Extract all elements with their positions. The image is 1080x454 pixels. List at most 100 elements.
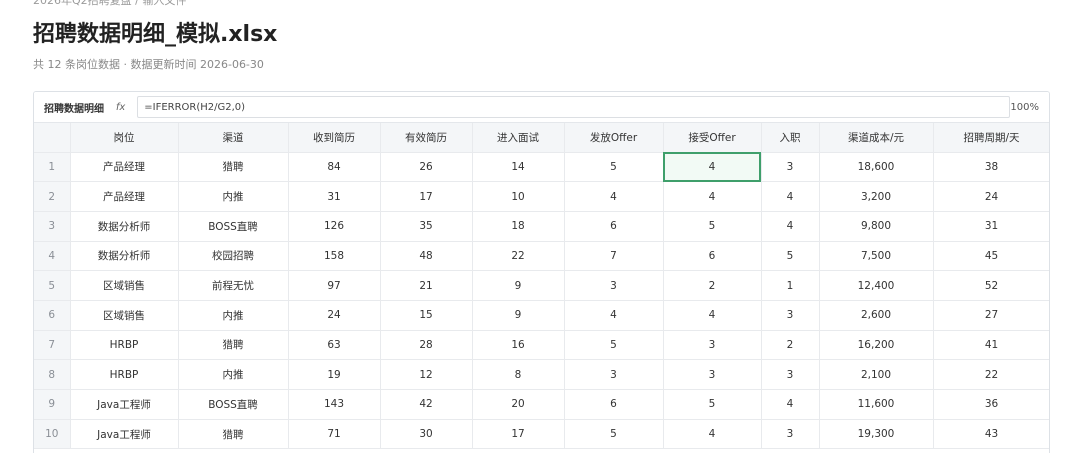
grid-cell[interactable]: 36 bbox=[933, 389, 1049, 420]
grid-cell[interactable]: 3 bbox=[564, 270, 664, 301]
breadcrumb[interactable]: 2026年Q2招聘复盘 / 输入文件 bbox=[33, 0, 186, 8]
grid-cell[interactable]: 9 bbox=[472, 270, 565, 301]
grid-cell[interactable]: 4 bbox=[761, 211, 820, 242]
column-header[interactable]: 进入面试 bbox=[472, 123, 565, 153]
grid-cell[interactable]: 3 bbox=[761, 300, 820, 331]
name-box[interactable]: 招聘数据明细 bbox=[34, 100, 104, 115]
grid-cell[interactable]: 48 bbox=[380, 241, 473, 272]
grid-cell[interactable]: 区域销售 bbox=[70, 300, 179, 331]
grid-cell[interactable]: 11,600 bbox=[819, 389, 934, 420]
grid-cell[interactable]: 38 bbox=[933, 152, 1049, 183]
grid-cell[interactable]: 5 bbox=[761, 241, 820, 272]
grid-cell[interactable]: 校园招聘 bbox=[178, 241, 289, 272]
grid-cell[interactable]: 12,400 bbox=[819, 270, 934, 301]
grid-cell[interactable]: 8 bbox=[472, 359, 565, 390]
grid-cell[interactable]: 16,200 bbox=[819, 330, 934, 361]
grid-cell[interactable]: 猎聘 bbox=[178, 152, 289, 183]
grid-cell[interactable]: BOSS直聘 bbox=[178, 389, 289, 420]
grid-cell[interactable]: 143 bbox=[288, 389, 381, 420]
grid-cell[interactable]: 5 bbox=[663, 389, 762, 420]
grid-cell[interactable]: 前程无忧 bbox=[178, 270, 289, 301]
corner-cell[interactable] bbox=[34, 123, 71, 153]
grid-cell[interactable]: 3 bbox=[761, 419, 820, 450]
row-number[interactable]: 6 bbox=[34, 300, 71, 331]
grid-cell[interactable]: 猎聘 bbox=[178, 419, 289, 450]
grid-cell[interactable]: 126 bbox=[288, 211, 381, 242]
column-header[interactable]: 渠道 bbox=[178, 123, 289, 153]
grid-cell[interactable]: 2,100 bbox=[819, 359, 934, 390]
grid-cell[interactable]: 19 bbox=[288, 359, 381, 390]
grid-cell[interactable]: 30 bbox=[380, 419, 473, 450]
grid-cell[interactable]: 24 bbox=[288, 300, 381, 331]
grid-cell[interactable]: 17 bbox=[472, 419, 565, 450]
grid-cell[interactable]: 2 bbox=[761, 330, 820, 361]
grid-cell[interactable]: 24 bbox=[933, 181, 1049, 212]
grid-cell[interactable]: 31 bbox=[933, 211, 1049, 242]
active-cell[interactable]: 4 bbox=[663, 152, 762, 183]
grid-cell[interactable]: 43 bbox=[933, 419, 1049, 450]
grid-cell[interactable]: 84 bbox=[288, 152, 381, 183]
grid-cell[interactable]: 9 bbox=[472, 300, 565, 331]
grid-cell[interactable]: 5 bbox=[564, 152, 664, 183]
grid-cell[interactable]: 7,500 bbox=[819, 241, 934, 272]
grid-cell[interactable]: 猎聘 bbox=[178, 330, 289, 361]
grid-cell[interactable]: 45 bbox=[933, 241, 1049, 272]
grid-cell[interactable]: 18 bbox=[472, 211, 565, 242]
grid-cell[interactable]: 3 bbox=[663, 359, 762, 390]
grid-cell[interactable]: 4 bbox=[564, 300, 664, 331]
column-header[interactable]: 接受Offer bbox=[663, 123, 762, 153]
grid-cell[interactable]: 2 bbox=[663, 270, 762, 301]
row-number[interactable]: 7 bbox=[34, 330, 71, 361]
grid-cell[interactable]: 4 bbox=[564, 181, 664, 212]
formula-input[interactable]: =IFERROR(H2/G2,0) bbox=[137, 96, 1011, 118]
grid-cell[interactable]: 97 bbox=[288, 270, 381, 301]
grid-cell[interactable]: 10 bbox=[472, 181, 565, 212]
grid-cell[interactable]: 22 bbox=[933, 359, 1049, 390]
row-number[interactable]: 8 bbox=[34, 359, 71, 390]
grid-cell[interactable]: 158 bbox=[288, 241, 381, 272]
grid-cell[interactable]: HRBP bbox=[70, 330, 179, 361]
column-header[interactable]: 岗位 bbox=[70, 123, 179, 153]
grid-cell[interactable]: 数据分析师 bbox=[70, 211, 179, 242]
grid-cell[interactable]: 52 bbox=[933, 270, 1049, 301]
column-header[interactable]: 收到简历 bbox=[288, 123, 381, 153]
row-number[interactable]: 4 bbox=[34, 241, 71, 272]
grid-cell[interactable]: 18,600 bbox=[819, 152, 934, 183]
grid-cell[interactable]: 22 bbox=[472, 241, 565, 272]
grid-cell[interactable]: 产品经理 bbox=[70, 181, 179, 212]
grid-cell[interactable]: 7 bbox=[564, 241, 664, 272]
grid-cell[interactable]: 27 bbox=[933, 300, 1049, 331]
grid-cell[interactable]: 16 bbox=[472, 330, 565, 361]
grid-cell[interactable]: 内推 bbox=[178, 181, 289, 212]
grid-cell[interactable]: 5 bbox=[663, 211, 762, 242]
grid-cell[interactable]: 3 bbox=[761, 152, 820, 183]
row-number[interactable]: 10 bbox=[34, 419, 71, 450]
grid-cell[interactable]: 41 bbox=[933, 330, 1049, 361]
grid-cell[interactable]: Java工程师 bbox=[70, 389, 179, 420]
grid-cell[interactable]: 数据分析师 bbox=[70, 241, 179, 272]
grid-cell[interactable]: 35 bbox=[380, 211, 473, 242]
grid-cell[interactable]: 内推 bbox=[178, 300, 289, 331]
grid-cell[interactable]: 28 bbox=[380, 330, 473, 361]
grid-cell[interactable]: 4 bbox=[761, 389, 820, 420]
grid-cell[interactable]: 3,200 bbox=[819, 181, 934, 212]
grid-cell[interactable]: 3 bbox=[663, 330, 762, 361]
row-number[interactable]: 2 bbox=[34, 181, 71, 212]
grid-cell[interactable]: 5 bbox=[564, 419, 664, 450]
grid-cell[interactable]: 9,800 bbox=[819, 211, 934, 242]
grid-cell[interactable]: 5 bbox=[564, 330, 664, 361]
grid-cell[interactable]: 6 bbox=[663, 241, 762, 272]
grid-cell[interactable]: 4 bbox=[663, 300, 762, 331]
grid-cell[interactable]: 19,300 bbox=[819, 419, 934, 450]
grid-cell[interactable]: 6 bbox=[564, 389, 664, 420]
grid-cell[interactable]: 1 bbox=[761, 270, 820, 301]
grid-cell[interactable]: 4 bbox=[663, 419, 762, 450]
row-number[interactable]: 9 bbox=[34, 389, 71, 420]
grid-cell[interactable]: HRBP bbox=[70, 359, 179, 390]
grid-cell[interactable]: 31 bbox=[288, 181, 381, 212]
grid-cell[interactable]: Java工程师 bbox=[70, 419, 179, 450]
grid-cell[interactable]: 26 bbox=[380, 152, 473, 183]
grid-cell[interactable]: 2,600 bbox=[819, 300, 934, 331]
grid-cell[interactable]: 12 bbox=[380, 359, 473, 390]
column-header[interactable]: 入职 bbox=[761, 123, 820, 153]
